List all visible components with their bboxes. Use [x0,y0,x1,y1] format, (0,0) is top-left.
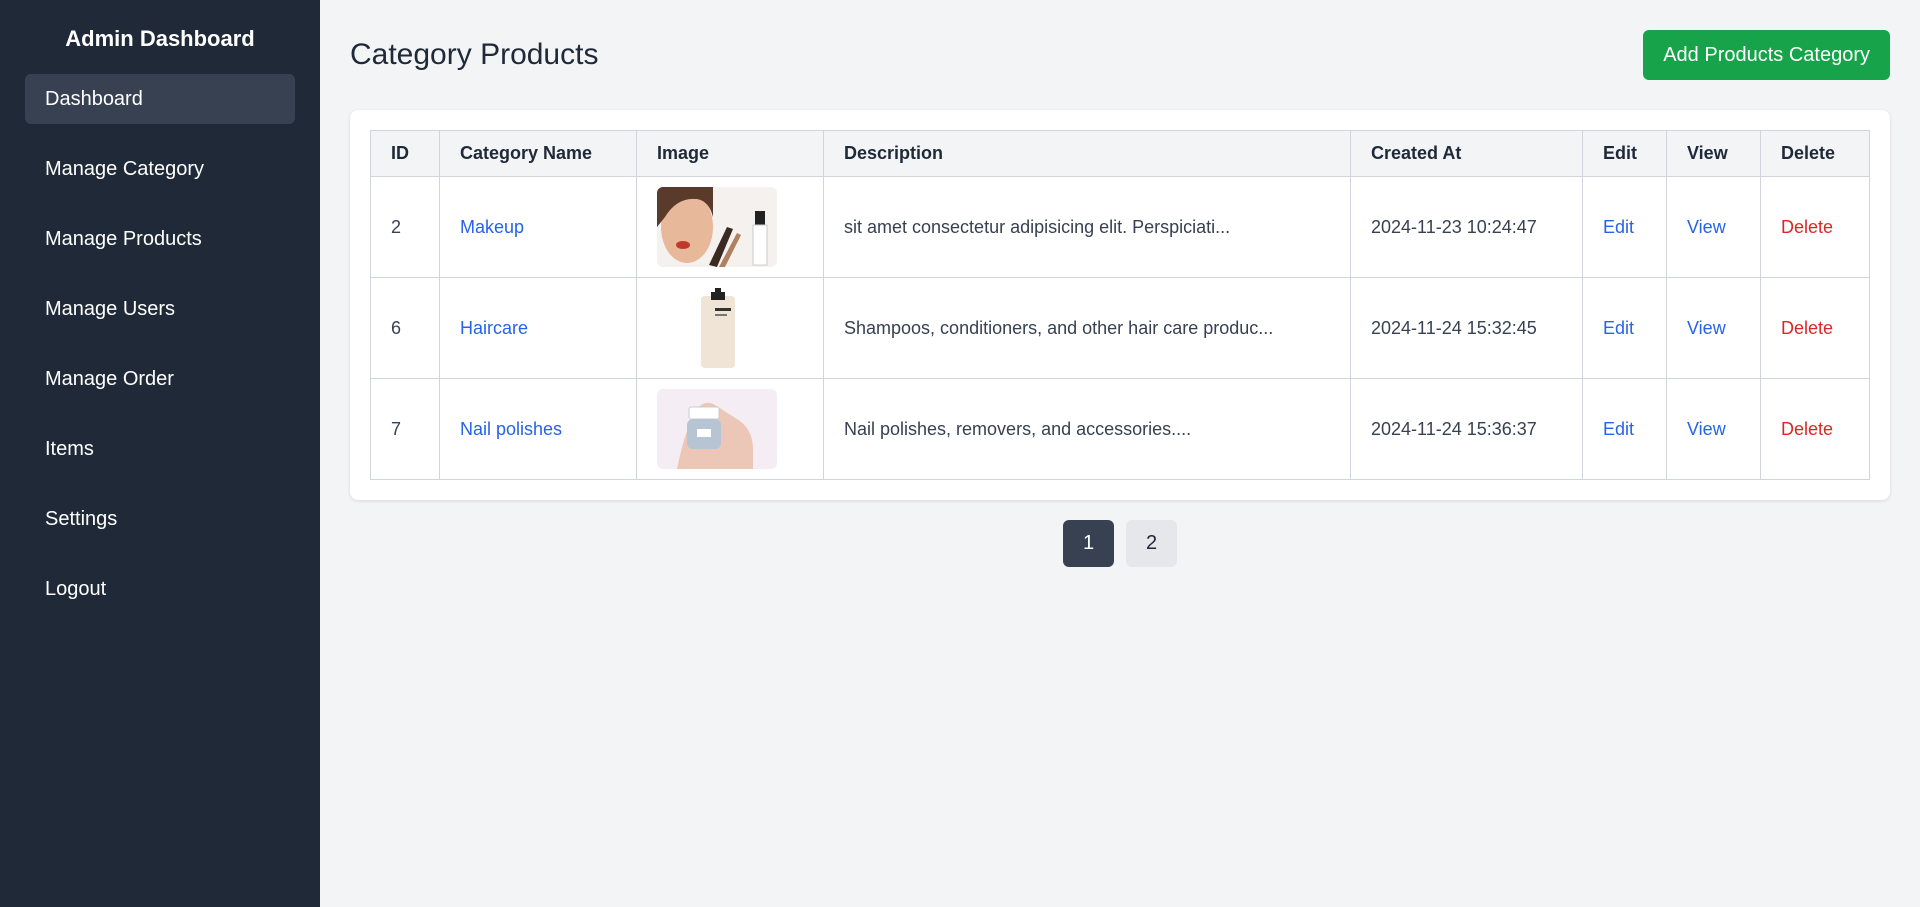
delete-link[interactable]: Delete [1781,419,1833,439]
sidebar-item-dashboard[interactable]: Dashboard [25,74,295,124]
table-row: 7 Nail polishes Nail polishes, removers,… [370,378,1870,480]
cell-created-at: 2024-11-24 15:32:45 [1350,277,1583,379]
sidebar-item-settings[interactable]: Settings [25,494,295,544]
add-products-category-button[interactable]: Add Products Category [1643,30,1890,80]
edit-link[interactable]: Edit [1603,217,1634,237]
haircare-image [657,288,777,368]
page-header: Category Products Add Products Category [350,30,1890,80]
sidebar-nav: Dashboard Manage Category Manage Product… [0,74,320,614]
main-content: Category Products Add Products Category … [320,0,1920,907]
view-link[interactable]: View [1687,318,1726,338]
column-header-view: View [1666,130,1761,177]
category-table: ID Category Name Image Description Creat… [370,130,1870,480]
nail-polish-image [657,389,777,469]
sidebar-item-manage-order[interactable]: Manage Order [25,354,295,404]
column-header-image: Image [636,130,824,177]
cell-id: 6 [370,277,440,379]
cell-id: 2 [370,176,440,278]
view-link[interactable]: View [1687,419,1726,439]
column-header-delete: Delete [1760,130,1870,177]
column-header-edit: Edit [1582,130,1667,177]
table-card: ID Category Name Image Description Creat… [350,110,1890,500]
table-row: 6 Haircare Shampoos, conditioners, and o… [370,277,1870,379]
sidebar-item-logout[interactable]: Logout [25,564,295,614]
pagination: 1 2 [350,520,1890,567]
cell-description: Shampoos, conditioners, and other hair c… [823,277,1351,379]
sidebar-item-manage-users[interactable]: Manage Users [25,284,295,334]
cell-description: Nail polishes, removers, and accessories… [823,378,1351,480]
sidebar-item-items[interactable]: Items [25,424,295,474]
sidebar-title: Admin Dashboard [65,26,255,51]
edit-link[interactable]: Edit [1603,318,1634,338]
view-link[interactable]: View [1687,217,1726,237]
column-header-created-at: Created At [1350,130,1583,177]
edit-link[interactable]: Edit [1603,419,1634,439]
column-header-category-name: Category Name [439,130,637,177]
sidebar-item-manage-category[interactable]: Manage Category [25,144,295,194]
table-header-row: ID Category Name Image Description Creat… [370,130,1870,177]
column-header-id: ID [370,130,440,177]
category-name-link[interactable]: Haircare [460,318,528,338]
category-name-link[interactable]: Makeup [460,217,524,237]
cell-created-at: 2024-11-23 10:24:47 [1350,176,1583,278]
makeup-image [657,187,777,267]
category-name-link[interactable]: Nail polishes [460,419,562,439]
delete-link[interactable]: Delete [1781,318,1833,338]
sidebar: Admin Dashboard Dashboard Manage Categor… [0,0,320,907]
table-row: 2 Makeup sit amet consectetur adipisicin… [370,176,1870,278]
page-button-2[interactable]: 2 [1126,520,1177,567]
page-button-1[interactable]: 1 [1063,520,1114,567]
page-title: Category Products [350,38,599,71]
column-header-description: Description [823,130,1351,177]
cell-description: sit amet consectetur adipisicing elit. P… [823,176,1351,278]
cell-id: 7 [370,378,440,480]
delete-link[interactable]: Delete [1781,217,1833,237]
cell-created-at: 2024-11-24 15:36:37 [1350,378,1583,480]
sidebar-item-manage-products[interactable]: Manage Products [25,214,295,264]
